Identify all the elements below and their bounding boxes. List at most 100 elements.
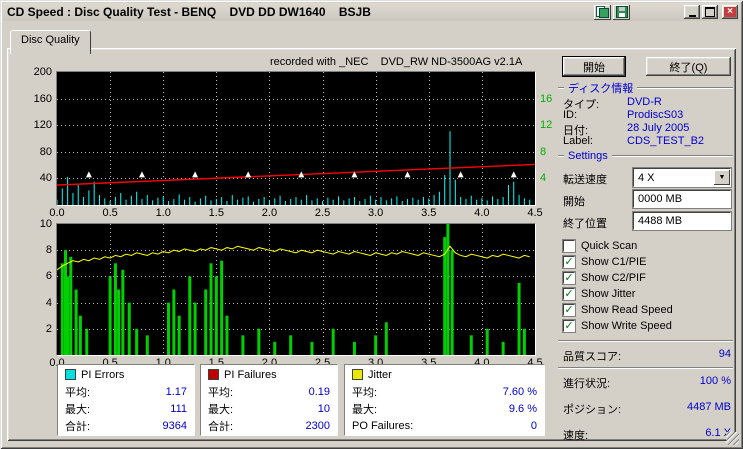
stat-value: 9.6 %: [508, 402, 537, 415]
minimize-icon: [688, 14, 696, 17]
disc-id-label: ID:: [563, 109, 578, 121]
titlebar: CD Speed : Disc Quality Test - BENQ DVD …: [3, 3, 740, 21]
axis-tick-label: 1.5: [208, 207, 224, 219]
speed-row: 速度: 6.1 X: [563, 427, 731, 443]
disc-label-value: CDS_TEST_B2: [627, 135, 705, 147]
stat-label: 平均:: [352, 386, 378, 399]
stat-value: 111: [170, 402, 187, 415]
checkbox-quick-scan[interactable]: Quick Scan: [562, 239, 638, 253]
pi-failures-swatch: [208, 369, 219, 380]
checkbox-box[interactable]: ✓: [562, 255, 576, 269]
stat-label: 最大:: [208, 403, 234, 416]
checkbox-label: Show Jitter: [581, 288, 636, 300]
position-value: 4487 MB: [686, 401, 731, 413]
start-button[interactable]: 開始: [563, 57, 625, 76]
stat-value: 0.19: [308, 385, 330, 398]
axis-tick-label: 0.5: [102, 207, 118, 219]
checkbox-label: Show Write Speed: [581, 320, 672, 332]
disc-id-row: ID: ProdiscS03: [563, 109, 733, 121]
pi-failures-panel-title: PI Failures: [224, 368, 277, 381]
checkbox-label: Quick Scan: [581, 240, 638, 252]
speed-label: 速度:: [563, 430, 589, 442]
end-position-field[interactable]: 4488 MB: [632, 211, 732, 231]
axis-tick-label: 160: [33, 92, 52, 105]
resize-grip[interactable]: [726, 432, 739, 445]
axis-tick-label: 4.0: [474, 207, 490, 219]
stat-label: 合計:: [65, 420, 91, 433]
start-position-value: 0000 MB: [638, 193, 683, 205]
window-title: CD Speed : Disc Quality Test - BENQ DVD …: [7, 5, 371, 19]
checkbox-label: Show C1/PIE: [581, 256, 647, 268]
disc-info-title: ディスク情報: [568, 83, 634, 95]
checkbox-box[interactable]: [562, 239, 576, 253]
maximize-icon: [705, 7, 715, 17]
checkbox-box[interactable]: ✓: [562, 287, 576, 301]
stat-label: 最大:: [352, 403, 378, 416]
tab-label: Disc Quality: [21, 34, 80, 46]
axis-tick-label: 120: [33, 119, 52, 132]
close-button[interactable]: ×: [722, 5, 738, 19]
axis-tick-label: 3.5: [421, 207, 437, 219]
pi-errors-x-axis: 0.0 0.5 1.0 1.5 2.0 2.5 3.0 3.5 4.0 4.5: [49, 207, 542, 219]
checkbox-box[interactable]: ✓: [562, 303, 576, 317]
progress-label: 進行状況:: [563, 378, 611, 390]
stat-value: 9364: [162, 419, 187, 432]
pi-errors-chart-plot: [56, 72, 536, 205]
jitter-panel: Jitter 平均: 7.60 % 最大: 9.6 % PO Failures: 0: [344, 364, 545, 436]
stat-value: 10: [317, 402, 330, 415]
quality-score-row: 品質スコア: 94: [563, 348, 731, 364]
stat-label: 平均:: [208, 386, 234, 399]
chevron-down-icon[interactable]: ▼: [714, 170, 730, 185]
progress-separator: [558, 367, 733, 369]
stat-label: 合計:: [208, 420, 234, 433]
axis-tick-label: 80: [39, 145, 52, 158]
jitter-panel-title: Jitter: [368, 368, 392, 381]
start-position-label: 開始: [563, 196, 585, 208]
tab-disc-quality[interactable]: Disc Quality: [10, 30, 91, 54]
checkbox-box[interactable]: ✓: [562, 271, 576, 285]
speed-select[interactable]: 4 X ▼: [632, 167, 732, 188]
checkbox-label: Show Read Speed: [581, 304, 673, 316]
disc-label-label: Label:: [563, 135, 593, 147]
pi-failures-chart: [56, 223, 536, 356]
close-icon: ×: [727, 6, 733, 17]
stat-value: 0: [530, 419, 537, 432]
transfer-speed-label: 転送速度: [563, 174, 607, 186]
pi-errors-panel-title: PI Errors: [81, 368, 125, 381]
chart-copy-icon: [596, 6, 609, 18]
disc-info-separator: ディスク情報: [558, 83, 733, 95]
checkbox-show-write-speed[interactable]: ✓ Show Write Speed: [562, 319, 672, 333]
pi-errors-panel: PI Errors 平均: 1.17 最大: 111 合計: 9364: [57, 364, 195, 436]
axis-tick-label: 6: [45, 270, 52, 283]
save-disk-icon[interactable]: [613, 4, 630, 20]
minimize-button[interactable]: [684, 5, 700, 19]
speed-select-value: 4 X: [638, 171, 655, 184]
start-position-field[interactable]: 0000 MB: [632, 189, 732, 209]
axis-tick-label: 2: [45, 322, 52, 335]
save-disk-icon: [615, 6, 628, 18]
stat-value: 1.17: [165, 385, 187, 398]
checkbox-show-read-speed[interactable]: ✓ Show Read Speed: [562, 303, 673, 317]
progress-row: 進行状況: 100 %: [563, 375, 731, 391]
exit-button[interactable]: 終了(Q): [646, 57, 731, 76]
stat-value: 7.60 %: [502, 385, 537, 398]
checkbox-box[interactable]: ✓: [562, 319, 576, 333]
chart-copy-icon[interactable]: [594, 4, 611, 20]
maximize-button[interactable]: [702, 5, 718, 19]
stat-label: 最大:: [65, 403, 91, 416]
checkbox-show-c1-pie[interactable]: ✓ Show C1/PIE: [562, 255, 647, 269]
position-row: ポジション: 4487 MB: [563, 401, 731, 417]
app-window: CD Speed : Disc Quality Test - BENQ DVD …: [0, 0, 743, 449]
axis-tick-label: 2.0: [261, 207, 278, 219]
checkbox-show-c2-pif[interactable]: ✓ Show C2/PIF: [562, 271, 646, 285]
pi-errors-swatch: [65, 369, 76, 380]
checkbox-show-jitter[interactable]: ✓ Show Jitter: [562, 287, 636, 301]
quality-score-label: 品質スコア:: [563, 351, 622, 363]
position-label: ポジション:: [563, 404, 622, 416]
pi-failures-chart-plot: [56, 224, 535, 355]
progress-value: 100 %: [699, 375, 731, 387]
axis-tick-label: 10: [39, 218, 52, 230]
pi-errors-left-axis: 200 160 120 80 40: [22, 66, 52, 205]
pi-failures-panel: PI Failures 平均: 0.19 最大: 10 合計: 2300: [200, 364, 338, 436]
disc-id-value: ProdiscS03: [627, 109, 684, 121]
